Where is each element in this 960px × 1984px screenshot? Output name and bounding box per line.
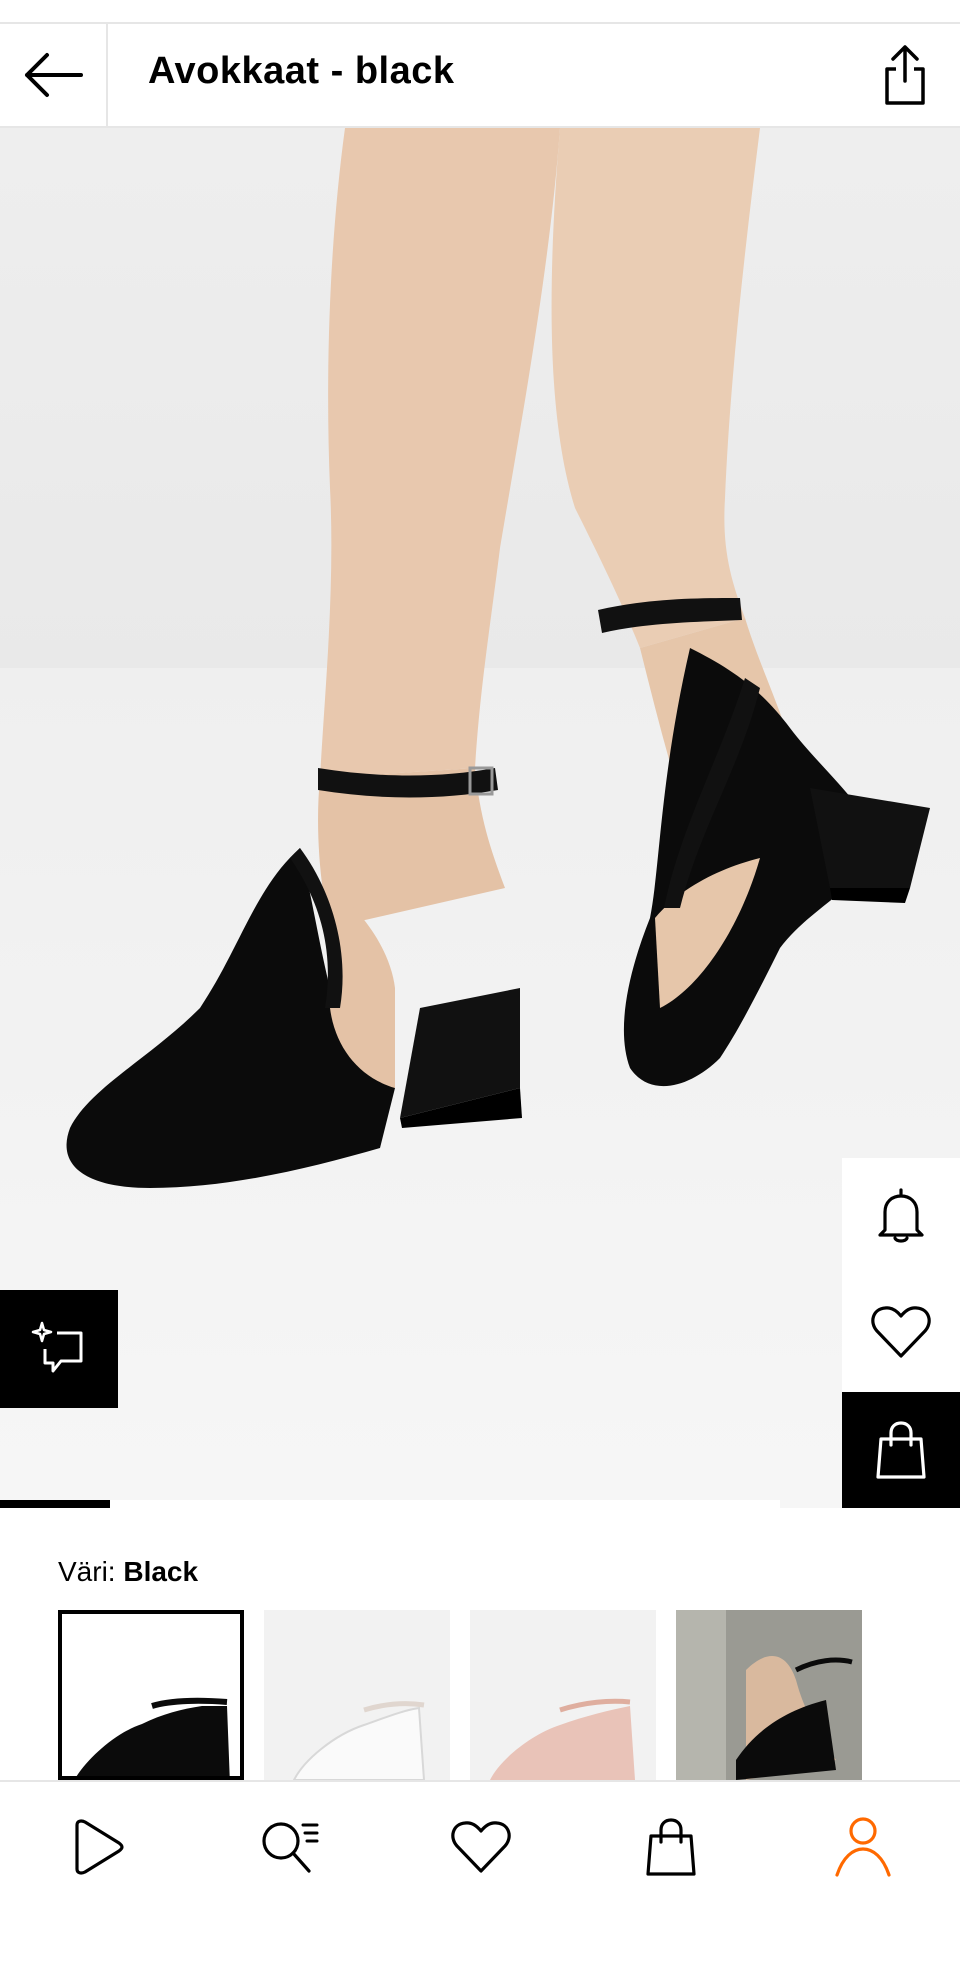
tab-bag[interactable]	[636, 1812, 706, 1882]
color-label: Väri: Black	[58, 1556, 198, 1588]
play-icon	[75, 1819, 124, 1875]
notify-button[interactable]	[842, 1158, 960, 1274]
heart-icon	[451, 1821, 511, 1873]
shoes-illustration	[66, 128, 930, 1188]
swatch-black-lifestyle[interactable]	[676, 1610, 862, 1780]
tab-wishlist[interactable]	[446, 1812, 516, 1882]
tab-profile[interactable]	[828, 1812, 898, 1882]
app-header: Avokkaat - black	[0, 24, 960, 128]
bag-icon	[646, 1818, 696, 1876]
color-swatches	[58, 1610, 960, 1780]
similar-items-button[interactable]	[0, 1290, 118, 1408]
profile-icon	[835, 1817, 891, 1877]
sparkle-compare-icon	[31, 1321, 83, 1373]
share-button[interactable]	[870, 40, 940, 110]
swatch-pink[interactable]	[470, 1610, 656, 1780]
heart-icon	[871, 1306, 931, 1358]
color-prefix: Väri:	[58, 1556, 116, 1587]
bell-icon	[878, 1188, 924, 1243]
share-icon	[885, 45, 925, 105]
status-bar	[0, 0, 960, 24]
page-title: Avokkaat - black	[148, 50, 455, 92]
shopping-bag-icon	[876, 1421, 926, 1479]
tab-discover[interactable]	[62, 1812, 132, 1882]
shoe-thumbnail	[676, 1610, 862, 1780]
swatch-black[interactable]	[58, 1610, 244, 1780]
search-list-icon	[262, 1822, 319, 1873]
shoe-thumbnail	[76, 1697, 230, 1776]
progress-track	[0, 1500, 780, 1508]
wishlist-button[interactable]	[842, 1274, 960, 1390]
progress-fill	[0, 1500, 111, 1508]
add-to-cart-button[interactable]	[842, 1392, 960, 1508]
product-actions	[842, 1158, 960, 1508]
image-carousel-progress	[0, 1500, 960, 1508]
shoe-thumbnail	[490, 1698, 635, 1780]
tab-search[interactable]	[254, 1812, 324, 1882]
swatch-white[interactable]	[264, 1610, 450, 1780]
shoe-thumbnail	[292, 1701, 426, 1780]
back-button[interactable]	[0, 24, 108, 126]
arrow-left-icon	[25, 53, 83, 97]
bottom-tab-bar	[0, 1780, 960, 1984]
color-value: Black	[123, 1556, 199, 1587]
product-image[interactable]	[0, 128, 960, 1508]
